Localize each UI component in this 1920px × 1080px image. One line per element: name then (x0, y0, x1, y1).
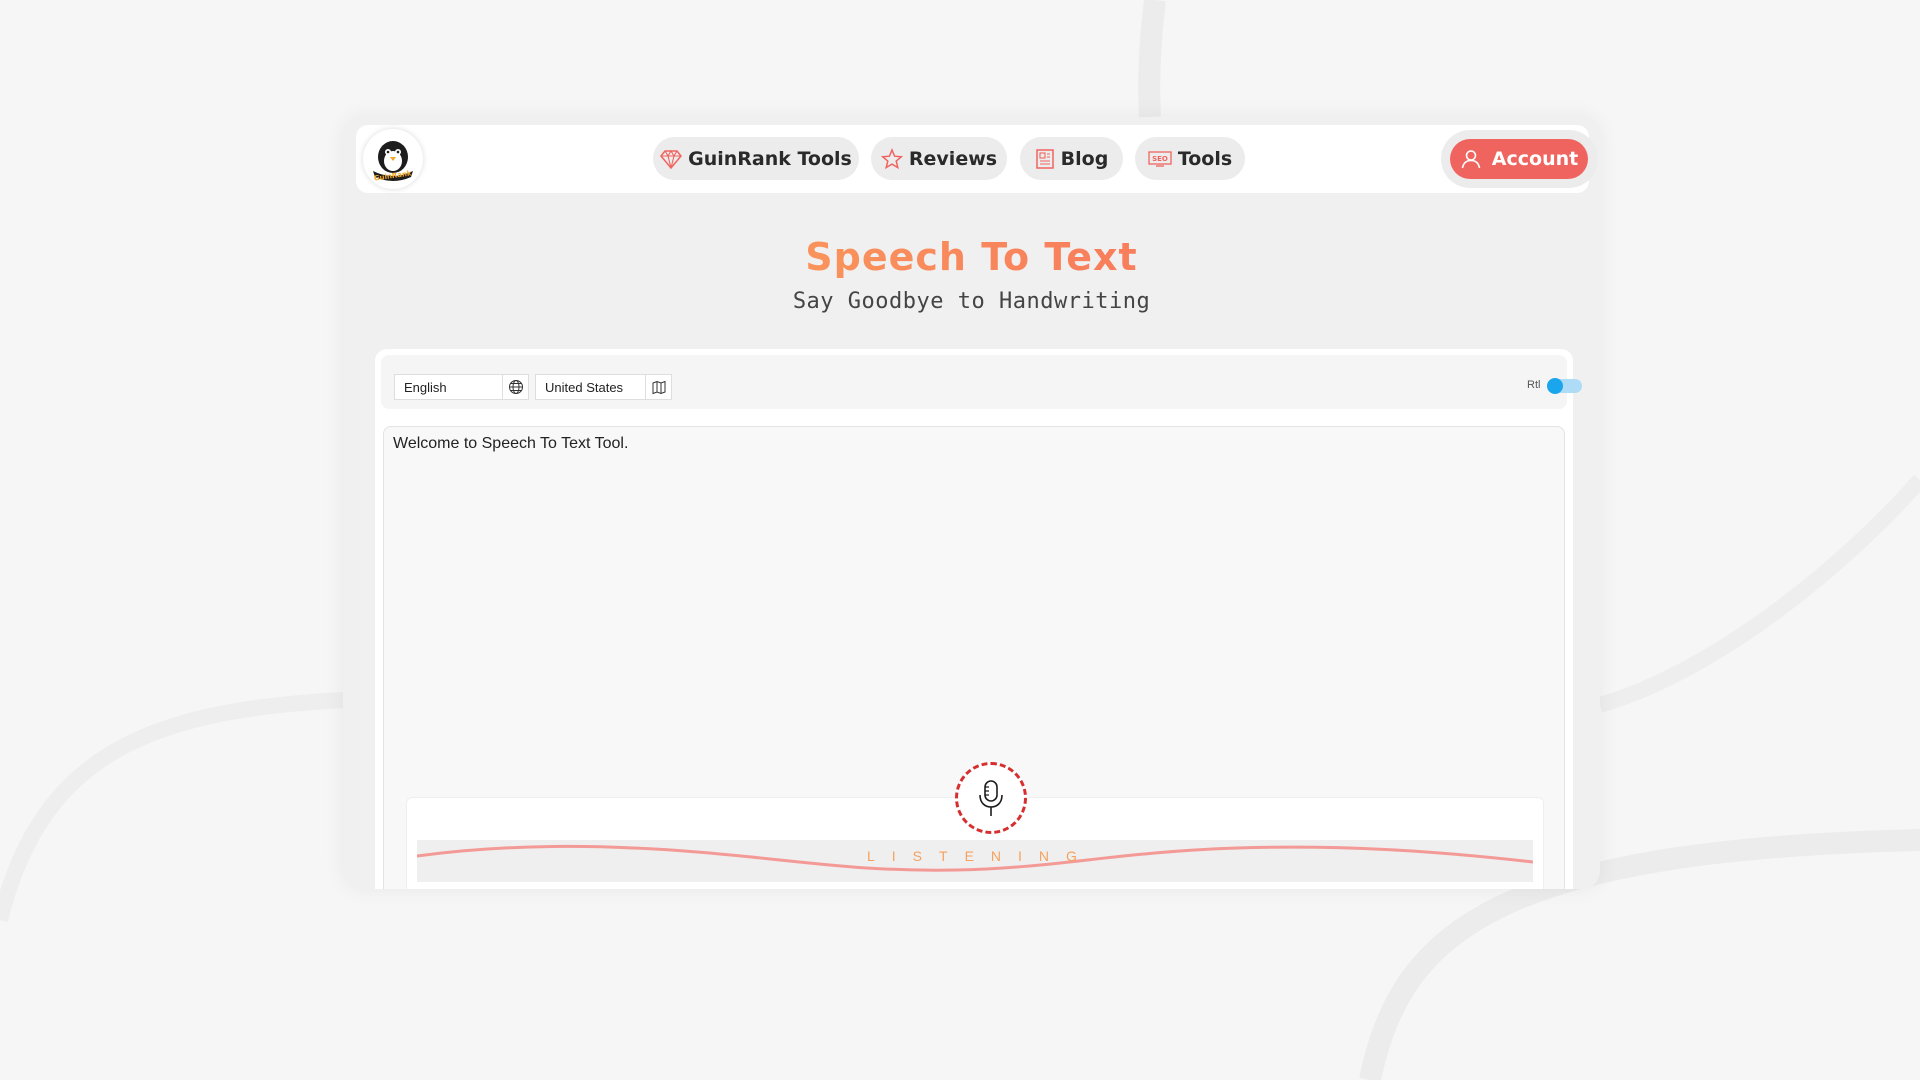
language-select-value: English (404, 379, 447, 395)
star-icon (880, 147, 903, 169)
user-icon (1461, 150, 1481, 169)
account-button-label: Account (1491, 148, 1579, 170)
account-button-container: Account (1441, 130, 1598, 188)
audio-wave-strip: LISTENING (416, 840, 1534, 882)
nav-blog-label: Blog (1060, 147, 1109, 170)
nav-tools-label: Tools (1177, 147, 1233, 170)
listening-status-label: LISTENING (867, 848, 1094, 864)
app-window: GuinRank GuinRank Tools Reviews Blog SEO… (343, 117, 1600, 889)
nav-blog[interactable]: Blog (1020, 137, 1123, 180)
microphone-icon (979, 780, 1003, 816)
nav-guinrank-tools-label: GuinRank Tools (688, 147, 852, 170)
transcript-text-area[interactable]: Welcome to Speech To Text Tool. LISTENIN… (383, 426, 1565, 889)
tool-toolbar: English United States Rtl (381, 355, 1582, 409)
account-button[interactable]: Account (1450, 139, 1588, 179)
diamond-icon (660, 149, 683, 169)
penguin-logo-icon: GuinRank (373, 141, 413, 183)
guinrank-logo[interactable]: GuinRank (363, 129, 423, 189)
microphone-button[interactable] (955, 762, 1027, 834)
nav-reviews[interactable]: Reviews (871, 137, 1007, 180)
transcript-text: Welcome to Speech To Text Tool. (393, 435, 629, 452)
nav-reviews-label: Reviews (908, 147, 998, 170)
page-subtitle: Say Goodbye to Handwriting (792, 289, 1151, 314)
page-title: Speech To Text (343, 235, 1600, 279)
rtl-toggle[interactable] (1547, 378, 1582, 394)
newspaper-icon (1035, 148, 1054, 169)
map-icon (645, 375, 671, 399)
svg-text:SEO: SEO (1152, 155, 1168, 163)
language-select[interactable]: English (394, 374, 529, 400)
speech-tool-panel: English United States Rtl Welcome to Spe… (375, 349, 1582, 889)
globe-icon (502, 375, 528, 399)
country-select[interactable]: United States (535, 374, 672, 400)
seo-icon: SEO (1148, 150, 1172, 167)
top-navigation-bar: GuinRank GuinRank Tools Reviews Blog SEO… (356, 125, 1598, 193)
rtl-toggle-knob (1547, 378, 1563, 394)
country-select-value: United States (545, 379, 624, 395)
rtl-label: Rtl (1527, 379, 1541, 391)
nav-tools[interactable]: SEO Tools (1135, 137, 1245, 180)
nav-guinrank-tools[interactable]: GuinRank Tools (653, 137, 859, 180)
